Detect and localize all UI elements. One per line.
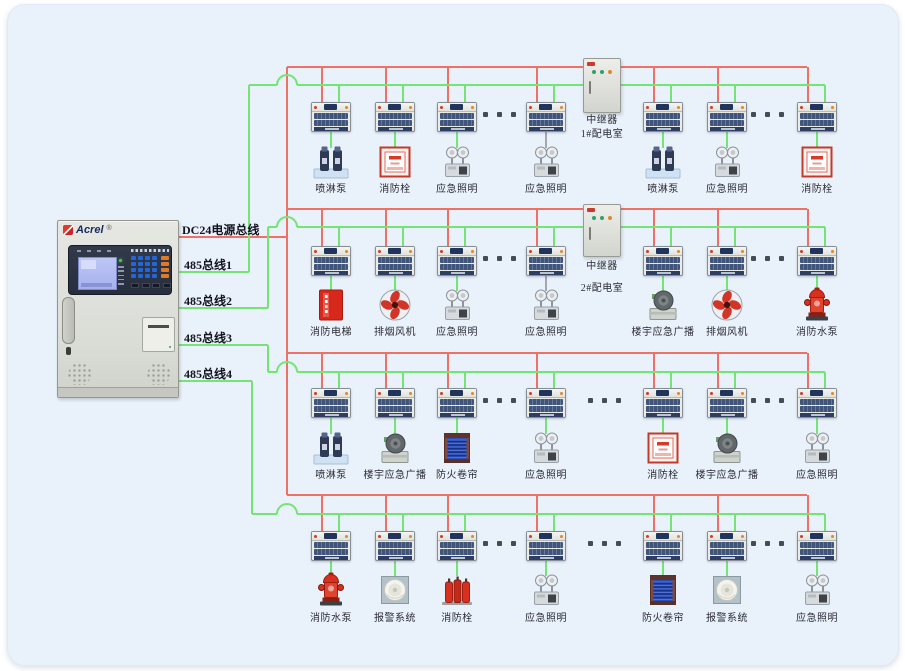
acrel-logo: Acrel ® bbox=[63, 225, 112, 236]
keyhole bbox=[66, 347, 71, 355]
keypad[interactable] bbox=[131, 256, 157, 278]
unit-title-text bbox=[131, 249, 169, 252]
speaker-grille bbox=[67, 363, 93, 385]
wire bbox=[179, 227, 268, 308]
brand-name: Acrel bbox=[76, 225, 104, 236]
status-led-column bbox=[118, 266, 124, 287]
printer-led bbox=[169, 346, 172, 349]
speaker-grille bbox=[146, 363, 172, 385]
registered-mark: ® bbox=[107, 225, 112, 232]
wire bbox=[277, 504, 297, 514]
power-led bbox=[119, 259, 122, 262]
wire bbox=[179, 85, 249, 272]
acrel-logo-icon bbox=[63, 225, 73, 235]
printer-unit bbox=[142, 317, 175, 352]
function-keys[interactable] bbox=[161, 256, 169, 278]
bezel-marks bbox=[77, 250, 111, 252]
monitor-display-unit bbox=[68, 245, 172, 295]
wire bbox=[179, 345, 268, 372]
wire bbox=[179, 381, 252, 514]
power-monitor-cabinet: Acrel ® bbox=[57, 220, 179, 398]
printer-slot bbox=[148, 325, 169, 328]
lcd-screen bbox=[78, 257, 117, 290]
door-handle[interactable] bbox=[62, 297, 75, 344]
cabinet-base bbox=[58, 387, 178, 397]
menu-keys[interactable] bbox=[131, 283, 171, 288]
